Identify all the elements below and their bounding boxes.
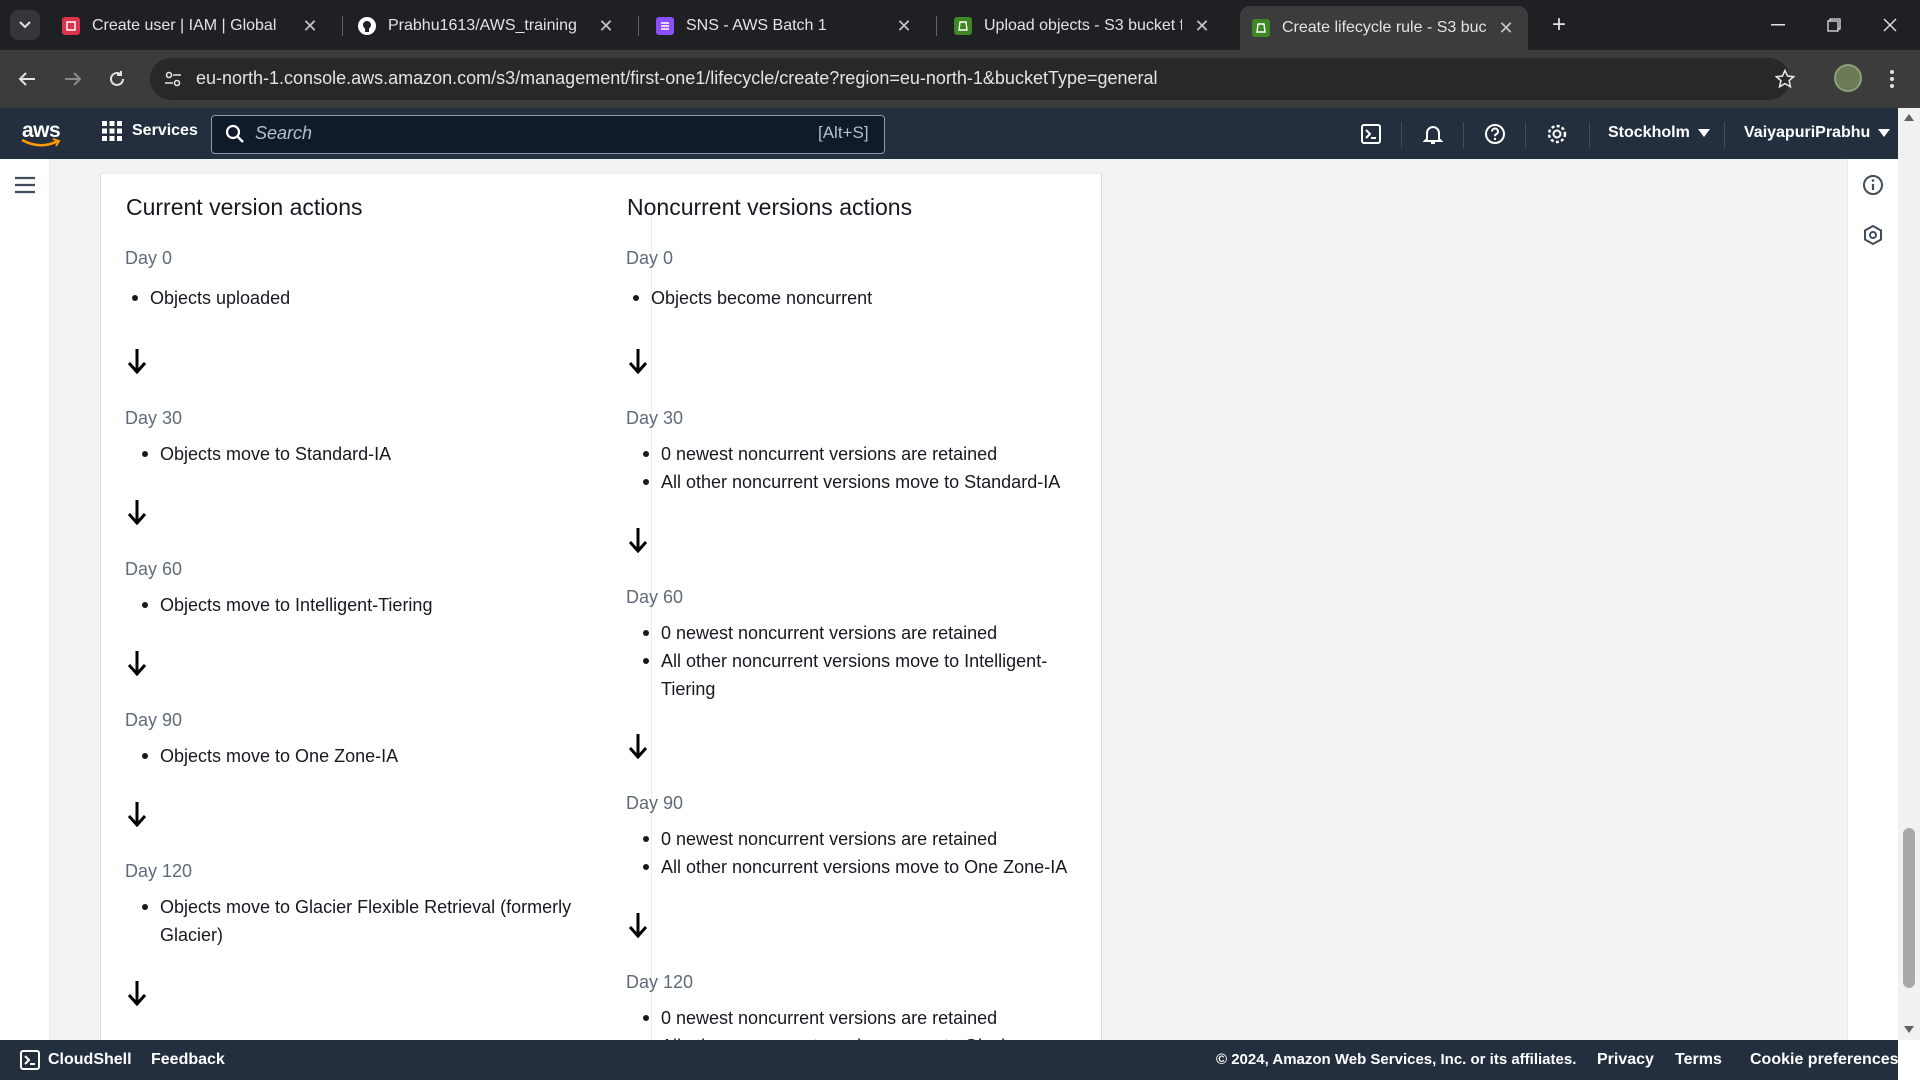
down-arrow-icon — [127, 802, 147, 827]
down-arrow-icon — [628, 734, 648, 759]
noncurrent-action-item: Objects become noncurrent — [632, 284, 872, 312]
down-arrow-icon — [628, 913, 648, 938]
noncurrent-action-item: All other noncurrent versions move to St… — [642, 468, 1060, 496]
down-arrow-icon — [127, 981, 147, 1006]
noncurrent-action-item: 0 newest noncurrent versions are retaine… — [642, 440, 997, 468]
down-arrow-icon — [127, 651, 147, 676]
current-action-item: Objects move to Standard-IA — [141, 440, 391, 468]
cookie-preferences-link[interactable]: Cookie preferences — [1750, 1051, 1899, 1069]
cloudshell-label: CloudShell — [48, 1051, 132, 1068]
current-action-item: Objects move to Glacier Flexible Retriev… — [142, 893, 580, 949]
lifecycle-timeline: Day 0 Objects uploaded Day 30 Objects mo… — [0, 0, 1920, 1040]
down-arrow-icon — [628, 349, 648, 374]
current-action-item: Objects move to Intelligent-Tiering — [141, 591, 432, 619]
current-day-label: Day 30 — [125, 408, 183, 428]
cloudshell-icon — [20, 1050, 40, 1070]
noncurrent-action-item: 0 newest noncurrent versions are retaine… — [642, 619, 997, 647]
feedback-link[interactable]: Feedback — [151, 1051, 225, 1069]
current-day-label: Day 90 — [125, 710, 183, 730]
noncurrent-action-item: 0 newest noncurrent versions are retaine… — [642, 1004, 997, 1032]
current-action-item: Objects move to One Zone-IA — [141, 742, 398, 770]
noncurrent-day-label: Day 0 — [626, 248, 674, 268]
terms-link[interactable]: Terms — [1675, 1051, 1722, 1069]
noncurrent-day-label: Day 120 — [626, 972, 694, 992]
current-day-label: Day 120 — [125, 861, 193, 881]
cloudshell-button[interactable]: CloudShell — [20, 1050, 132, 1070]
noncurrent-action-item: 0 newest noncurrent versions are retaine… — [642, 825, 997, 853]
current-action-item: Objects uploaded — [131, 284, 290, 312]
current-day-label: Day 0 — [125, 248, 173, 268]
noncurrent-day-label: Day 90 — [626, 793, 684, 813]
down-arrow-icon — [628, 528, 648, 553]
down-arrow-icon — [127, 500, 147, 525]
copyright-text: © 2024, Amazon Web Services, Inc. or its… — [1216, 1051, 1577, 1068]
noncurrent-action-item: All other noncurrent versions move to Gl… — [661, 1032, 1021, 1040]
noncurrent-action-item: All other noncurrent versions move to On… — [642, 853, 1067, 881]
privacy-link[interactable]: Privacy — [1597, 1051, 1654, 1069]
noncurrent-day-label: Day 30 — [626, 408, 684, 428]
down-arrow-icon — [127, 349, 147, 374]
noncurrent-day-label: Day 60 — [626, 587, 684, 607]
current-day-label: Day 60 — [125, 559, 183, 579]
noncurrent-action-item: All other noncurrent versions move to In… — [643, 647, 1071, 703]
